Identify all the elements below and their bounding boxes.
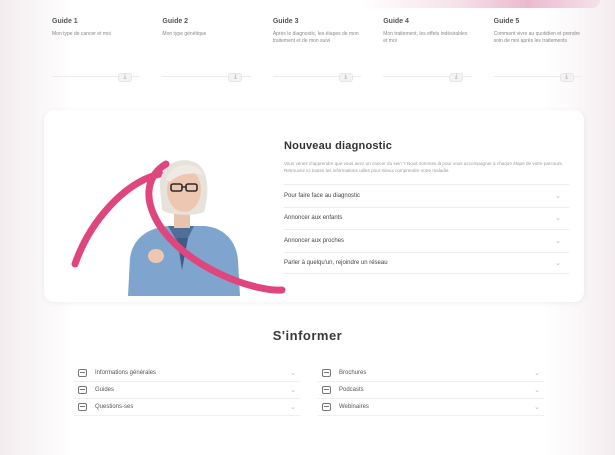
accordion-item[interactable]: Annoncer aux enfants ⌄ (284, 206, 569, 230)
chevron-down-icon: ⌄ (290, 404, 296, 411)
accordion-item[interactable]: Annoncer aux proches ⌄ (284, 229, 569, 252)
chevron-down-icon: ⌄ (290, 387, 296, 394)
guide-card[interactable]: Guide 1 Mon type de cancer et moi ⤓ (52, 18, 141, 92)
inform-label: Brochures (339, 370, 367, 376)
chevron-down-icon: ⌄ (555, 215, 561, 223)
inform-item[interactable]: Questions-ses ⌄ (74, 399, 300, 416)
inform-grid: Informations générales ⌄ Guides ⌄ Questi… (74, 365, 544, 416)
download-icon[interactable]: ⤓ (118, 73, 132, 82)
section-intro: Vous venez d'apprendre que vous avez un … (284, 161, 563, 173)
chevron-down-icon: ⌄ (555, 192, 561, 200)
guide-title: Guide 2 (162, 18, 189, 25)
chevron-down-icon: ⌄ (555, 237, 561, 245)
document-icon (78, 369, 87, 377)
guides-row: Guide 1 Mon type de cancer et moi ⤓ Guid… (52, 18, 583, 92)
inform-label: Podcasts (339, 387, 364, 393)
guide-card[interactable]: Guide 3 Après le diagnostic, les étapes … (272, 18, 362, 92)
guide-title: Guide 4 (383, 18, 409, 25)
inform-item[interactable]: Brochures ⌄ (318, 365, 544, 382)
chevron-down-icon: ⌄ (534, 370, 540, 377)
accordion-label: Parler à quelqu'un, rejoindre un réseau (284, 259, 388, 266)
guide-desc: Comment vivre au quotidien et prendre so… (493, 31, 581, 44)
download-icon[interactable]: ⤓ (559, 73, 574, 82)
chevron-down-icon: ⌄ (534, 404, 540, 411)
chat-icon (78, 403, 87, 411)
inform-item[interactable]: Webinaires ⌄ (318, 399, 544, 416)
inform-item[interactable]: Podcasts ⌄ (318, 382, 544, 399)
guide-card[interactable]: Guide 2 Mon type génétique ⤓ (162, 18, 251, 92)
inform-title: S'informer (272, 328, 343, 343)
chevron-down-icon: ⌄ (555, 259, 561, 267)
guide-desc: Mon traitement, les effets indésirables … (383, 31, 468, 44)
guide-title: Guide 5 (493, 18, 520, 25)
chevron-down-icon: ⌄ (290, 370, 296, 377)
accordion-item[interactable]: Pour faire face au diagnostic ⌄ (284, 184, 569, 207)
guide-desc: Mon type génétique (162, 31, 207, 37)
inform-item[interactable]: Guides ⌄ (74, 382, 300, 399)
download-icon[interactable]: ⤓ (338, 73, 353, 82)
accordion-label: Annoncer aux proches (284, 237, 345, 244)
accordion-label: Pour faire face au diagnostic (284, 192, 361, 199)
guide-card[interactable]: Guide 4 Mon traitement, les effets indés… (383, 18, 472, 92)
guide-desc: Mon type de cancer et moi (52, 31, 111, 37)
inform-label: Webinaires (339, 404, 369, 410)
brochure-icon (322, 369, 331, 377)
guide-card[interactable]: Guide 5 Comment vivre au quotidien et pr… (493, 18, 583, 92)
diagnostic-accordion: Pour faire face au diagnostic ⌄ Annoncer… (284, 184, 569, 274)
inform-column-left: Informations générales ⌄ Guides ⌄ Questi… (74, 365, 300, 416)
accordion-label: Annoncer aux enfants (284, 215, 343, 222)
page: Guide 1 Mon type de cancer et moi ⤓ Guid… (0, 0, 615, 455)
video-icon (322, 403, 331, 411)
podcast-icon (322, 386, 331, 394)
guide-title: Guide 3 (272, 18, 299, 25)
woman-ribbon-illustration (71, 160, 286, 296)
download-icon[interactable]: ⤓ (449, 73, 464, 82)
inform-column-right: Brochures ⌄ Podcasts ⌄ Webinaires ⌄ (318, 365, 544, 416)
diagnostic-content: Nouveau diagnostic Vous venez d'apprendr… (284, 140, 569, 274)
guide-title: Guide 1 (52, 18, 78, 25)
diagnostic-card: Nouveau diagnostic Vous venez d'apprendr… (44, 110, 584, 302)
section-title: Nouveau diagnostic (284, 140, 393, 152)
chevron-down-icon: ⌄ (534, 387, 540, 394)
inform-label: Questions-ses (95, 404, 134, 410)
book-icon (78, 386, 87, 394)
inform-label: Guides (95, 387, 115, 393)
accordion-item[interactable]: Parler à quelqu'un, rejoindre un réseau … (284, 251, 569, 274)
guide-desc: Après le diagnostic, les étapes de mon t… (272, 31, 359, 44)
inform-label: Informations générales (95, 370, 157, 376)
inform-item[interactable]: Informations générales ⌄ (74, 365, 300, 382)
top-ribbon-decoration (360, 0, 600, 8)
download-icon[interactable]: ⤓ (228, 73, 243, 82)
